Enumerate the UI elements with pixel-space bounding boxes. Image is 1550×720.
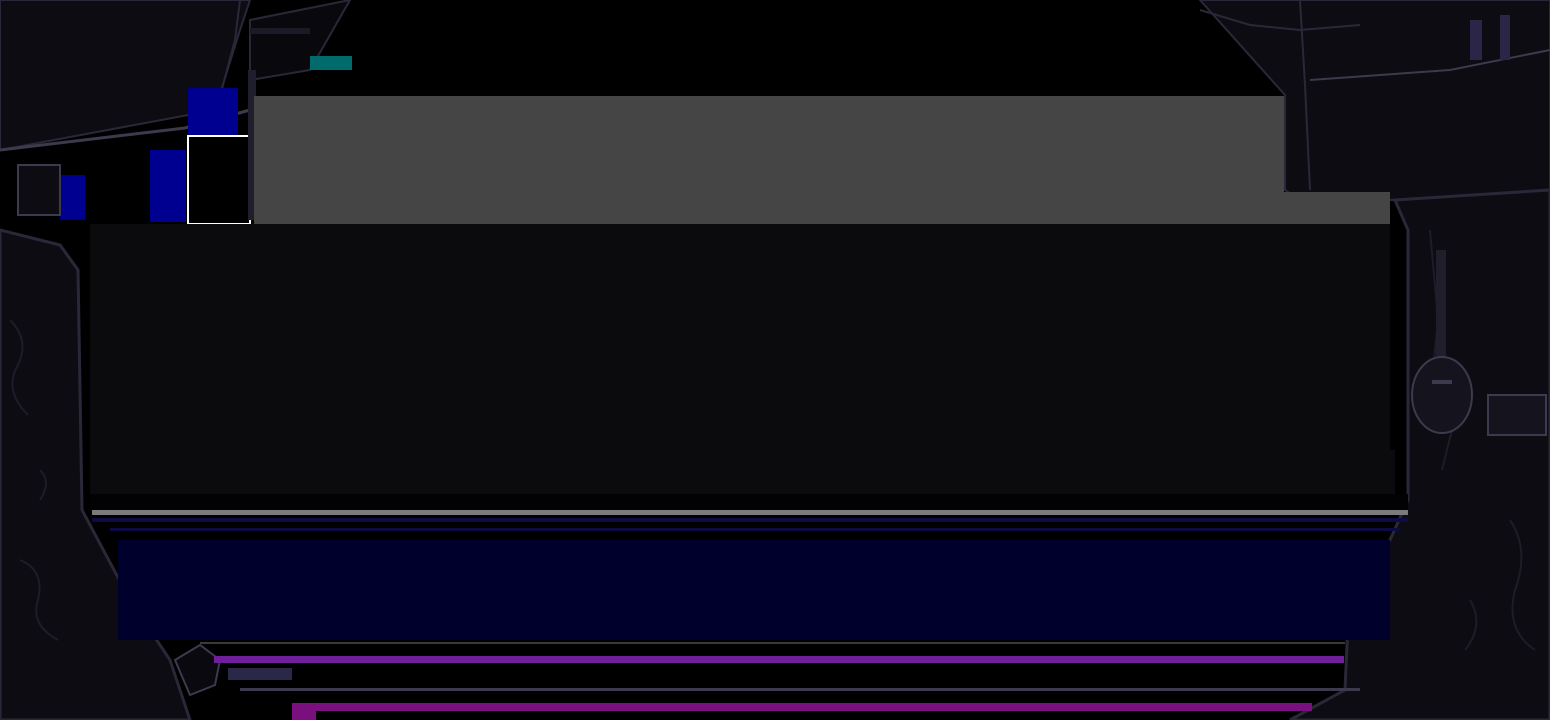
gray-header-panel-tab [1284, 192, 1390, 224]
scene-canvas [0, 0, 1550, 720]
navy-band [118, 540, 1390, 640]
game-scene [0, 0, 1550, 720]
gray-header-panel [254, 96, 1284, 224]
purple-strip-upper [214, 656, 1344, 663]
panel-separator [92, 510, 1408, 515]
magenta-strip-lower [292, 703, 1312, 711]
bottom-left-hand-icon [173, 643, 222, 697]
teal-accent-block [310, 56, 352, 70]
dialog-panel-footer [90, 450, 1395, 494]
